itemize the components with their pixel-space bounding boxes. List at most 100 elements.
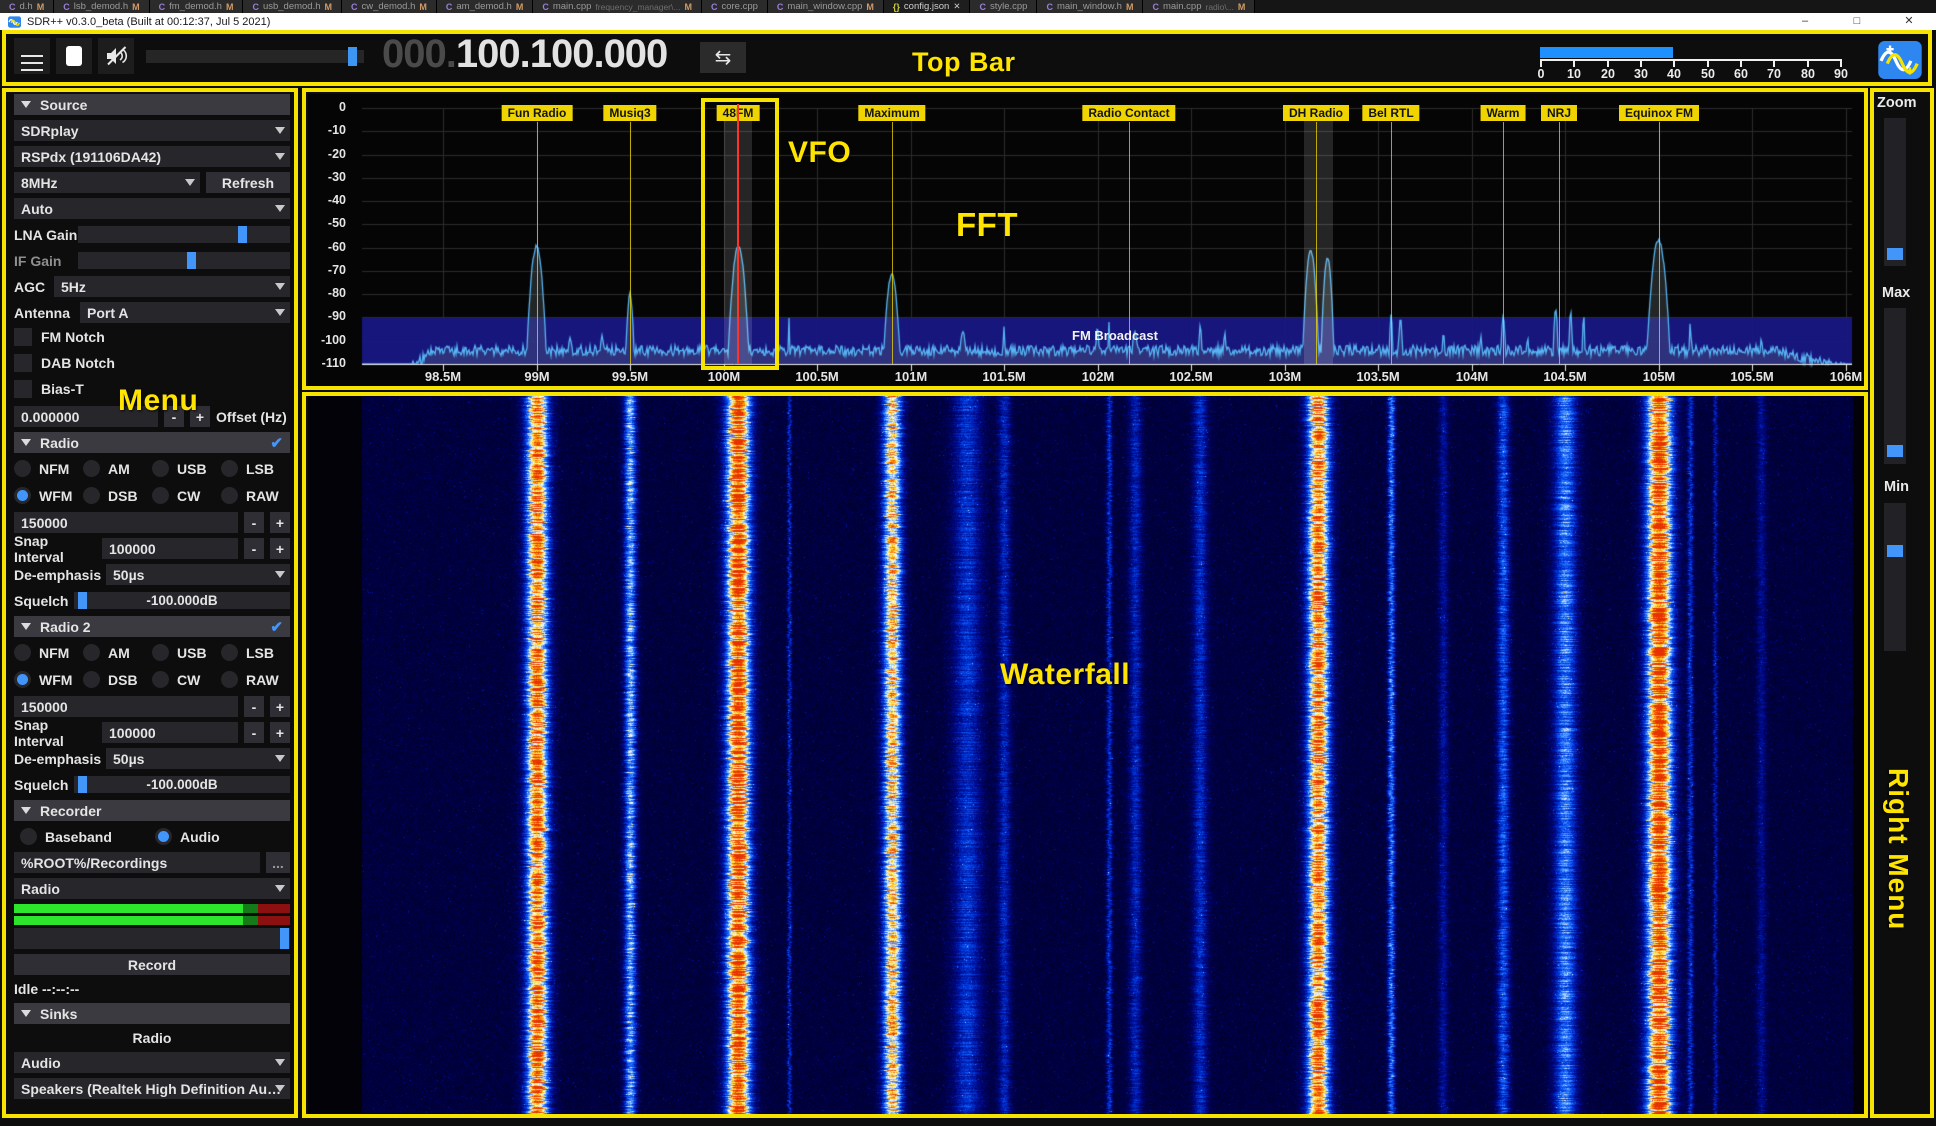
mode-option-lsb[interactable]: LSB <box>221 644 290 661</box>
minimize-button[interactable]: – <box>1788 13 1822 30</box>
section-header-source[interactable]: Source <box>14 94 290 115</box>
squelch-handle[interactable] <box>78 776 87 793</box>
station-label-fun-radio[interactable]: Fun Radio <box>502 105 573 121</box>
editor-tab-main-cpp[interactable]: Cmain.cppfrequency_manager\...M <box>533 0 702 13</box>
mode-option-cw[interactable]: CW <box>152 487 221 504</box>
min-slider[interactable] <box>1884 503 1906 651</box>
decrement-button[interactable]: - <box>244 512 264 533</box>
bias-t-checkbox[interactable] <box>14 380 32 398</box>
editor-tab-main-window-h[interactable]: Cmain_window.hM <box>1037 0 1143 13</box>
section-header-recorder[interactable]: Recorder <box>14 800 290 821</box>
recorder-mode-baseband[interactable]: Baseband <box>14 828 155 845</box>
if-gain-slider[interactable] <box>78 252 290 269</box>
editor-tab-fm-demod-h[interactable]: Cfm_demod.hM <box>150 0 244 13</box>
frequency-dim-digits[interactable]: 000. <box>382 32 456 76</box>
refresh-button[interactable]: Refresh <box>206 172 290 193</box>
squelch-handle[interactable] <box>78 592 87 609</box>
station-label-nrj[interactable]: NRJ <box>1541 105 1577 121</box>
snap-interval-input[interactable]: 100000 <box>102 722 238 743</box>
stop-button[interactable] <box>56 38 92 74</box>
section-header-sinks[interactable]: Sinks <box>14 1003 290 1024</box>
record-button[interactable]: Record <box>14 954 290 975</box>
mode-option-raw[interactable]: RAW <box>221 671 290 688</box>
samplerate-dropdown[interactable]: Auto <box>14 198 290 219</box>
lna-gain-slider[interactable] <box>78 226 290 243</box>
increment-button[interactable]: + <box>270 512 290 533</box>
editor-tab-usb-demod-h[interactable]: Cusb_demod.hM <box>243 0 342 13</box>
vfo-center-line[interactable] <box>737 104 739 364</box>
fm-notch-checkbox[interactable] <box>14 328 32 346</box>
antenna-dropdown[interactable]: Port A <box>80 302 290 323</box>
section-header-radio[interactable]: Radio✔ <box>14 432 290 453</box>
station-label-musiq3[interactable]: Musiq3 <box>603 105 656 121</box>
volume-slider-handle[interactable] <box>348 47 357 66</box>
mode-option-usb[interactable]: USB <box>152 644 221 661</box>
de-emphasis-dropdown[interactable]: 50µs <box>106 748 290 769</box>
mode-option-raw[interactable]: RAW <box>221 487 290 504</box>
editor-tab-main-cpp[interactable]: Cmain.cppradio\...M <box>1143 0 1255 13</box>
mode-option-wfm[interactable]: WFM <box>14 671 83 688</box>
station-label-equinox-fm[interactable]: Equinox FM <box>1619 105 1699 121</box>
increment-button[interactable]: + <box>270 722 290 743</box>
waterfall-display[interactable] <box>308 396 1864 1116</box>
min-slider-handle[interactable] <box>1887 545 1903 557</box>
station-label-warm[interactable]: Warm <box>1481 105 1526 121</box>
de-emphasis-dropdown[interactable]: 50µs <box>106 564 290 585</box>
station-label-radio-contact[interactable]: Radio Contact <box>1082 105 1175 121</box>
section-header-radio-2[interactable]: Radio 2✔ <box>14 616 290 637</box>
zoom-slider-handle[interactable] <box>1887 248 1903 260</box>
recorder-stream-dropdown[interactable]: Radio <box>14 878 290 899</box>
module-enabled-checkmark-icon[interactable]: ✔ <box>270 618 283 636</box>
slider-handle[interactable] <box>238 226 247 243</box>
editor-tab-d-h[interactable]: Cd.hM <box>0 0 54 13</box>
mode-option-lsb[interactable]: LSB <box>221 460 290 477</box>
editor-tab-lsb-demod-h[interactable]: Clsb_demod.hM <box>54 0 149 13</box>
mode-option-am[interactable]: AM <box>83 644 152 661</box>
tab-close-icon[interactable]: ✕ <box>953 1 960 12</box>
recording-path-input[interactable]: %ROOT%/Recordings <box>14 852 260 873</box>
max-slider[interactable] <box>1884 308 1906 464</box>
close-button[interactable]: ✕ <box>1892 13 1926 30</box>
editor-tab-core-cpp[interactable]: Ccore.cpp <box>702 0 768 13</box>
editor-tab-am-demod-h[interactable]: Cam_demod.hM <box>437 0 533 13</box>
mode-option-dsb[interactable]: DSB <box>83 671 152 688</box>
mode-option-wfm[interactable]: WFM <box>14 487 83 504</box>
maximize-button[interactable]: □ <box>1840 13 1874 30</box>
decrement-button[interactable]: - <box>244 722 264 743</box>
increment-button[interactable]: + <box>270 696 290 717</box>
mode-option-nfm[interactable]: NFM <box>14 644 83 661</box>
decrement-button[interactable]: - <box>244 696 264 717</box>
squelch-slider[interactable]: -100.000dB <box>74 776 290 793</box>
editor-tab-main-window-cpp[interactable]: Cmain_window.cppM <box>768 0 884 13</box>
recorder-mode-audio[interactable]: Audio <box>155 828 290 845</box>
editor-tab-config-json[interactable]: {}config.json✕ <box>884 0 971 13</box>
frequency-digits[interactable]: 100.100.000 <box>456 32 667 76</box>
mute-button[interactable] <box>98 38 134 74</box>
browse-button[interactable]: ... <box>266 852 290 873</box>
editor-tab-style-cpp[interactable]: Cstyle.cpp <box>970 0 1037 13</box>
dab-notch-checkbox[interactable] <box>14 354 32 372</box>
audio-device-dropdown[interactable]: Speakers (Realtek High Definition Audio) <box>14 1078 290 1099</box>
menu-toggle-button[interactable] <box>14 38 50 74</box>
station-label-dh-radio[interactable]: DH Radio <box>1283 105 1349 121</box>
source-type-dropdown[interactable]: SDRplay <box>14 120 290 141</box>
module-enabled-checkmark-icon[interactable]: ✔ <box>270 434 283 452</box>
editor-tab-cw-demod-h[interactable]: Ccw_demod.hM <box>342 0 437 13</box>
mode-option-cw[interactable]: CW <box>152 671 221 688</box>
station-label-bel-rtl[interactable]: Bel RTL <box>1362 105 1419 121</box>
vfo2-bandwidth-band[interactable] <box>1304 108 1333 364</box>
max-slider-handle[interactable] <box>1887 445 1903 457</box>
bandwidth-dropdown[interactable]: 8MHz <box>14 172 200 193</box>
volume-slider[interactable] <box>146 50 364 63</box>
station-label-maximum[interactable]: Maximum <box>858 105 925 121</box>
mode-option-usb[interactable]: USB <box>152 460 221 477</box>
increment-button[interactable]: + <box>270 538 290 559</box>
device-dropdown[interactable]: RSPdx (191106DA42) <box>14 146 290 167</box>
slider-handle[interactable] <box>187 252 196 269</box>
mode-option-dsb[interactable]: DSB <box>83 487 152 504</box>
sink-type-dropdown[interactable]: Audio <box>14 1052 290 1073</box>
mode-option-am[interactable]: AM <box>83 460 152 477</box>
volume-handle[interactable] <box>280 928 289 949</box>
zoom-slider[interactable] <box>1884 118 1906 266</box>
bandwidth-input[interactable]: 150000 <box>14 696 238 717</box>
